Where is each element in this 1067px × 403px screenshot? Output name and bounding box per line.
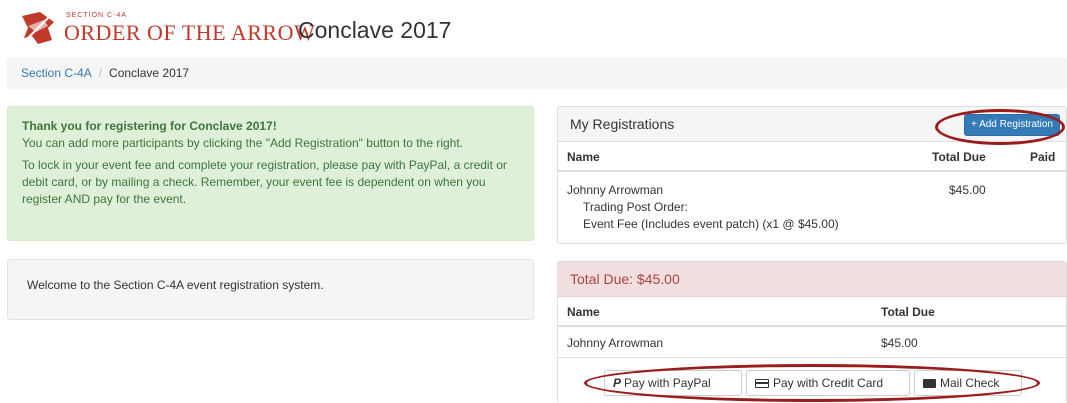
welcome-well: Welcome to the Section C-4A event regist… <box>7 259 534 320</box>
welcome-text: Welcome to the Section C-4A event regist… <box>27 278 324 292</box>
section-label: SECTION C-4A <box>66 12 128 19</box>
col-name: Name <box>567 150 600 164</box>
total-row-amount: $45.00 <box>881 336 918 350</box>
registrant-name: Johnny Arrowman <box>567 183 664 197</box>
total-table-header: Name Total Due <box>558 297 1066 327</box>
alert-text-pay: To lock in your event fee and complete y… <box>22 158 507 206</box>
success-alert: Thank you for registering for Conclave 2… <box>7 106 534 241</box>
registrant-total-due: $45.00 <box>949 183 986 197</box>
breadcrumb-separator: / <box>98 66 103 80</box>
breadcrumb: Section C-4A / Conclave 2017 <box>7 57 1067 89</box>
col-total-due: Total Due <box>881 305 935 319</box>
col-total-due: Total Due <box>932 150 986 164</box>
annotation-oval-payment <box>584 364 1040 402</box>
alert-text-add: You can add more participants by clickin… <box>22 136 463 150</box>
total-due-heading: Total Due: $45.00 <box>558 262 1066 297</box>
annotation-oval-add <box>935 109 1065 145</box>
breadcrumb-current: Conclave 2017 <box>109 66 190 80</box>
oa-logo <box>18 8 58 48</box>
col-name: Name <box>567 305 600 319</box>
alert-heading: Thank you for registering for Conclave 2… <box>22 119 277 133</box>
trading-post-order-label: Trading Post Order: <box>583 200 688 214</box>
breadcrumb-link-section[interactable]: Section C-4A <box>21 66 92 80</box>
total-row-name: Johnny Arrowman <box>567 336 664 350</box>
registrations-table-header: Name Total Due Paid <box>558 142 1066 172</box>
registrations-title: My Registrations <box>570 116 675 132</box>
total-due-title: Total Due: $45.00 <box>570 271 680 287</box>
org-title: ORDER OF THE ARROW <box>64 20 316 45</box>
page-title: Conclave 2017 <box>298 17 452 43</box>
table-row: Johnny Arrowman $45.00 <box>558 327 1066 358</box>
table-row: Johnny Arrowman $45.00 Trading Post Orde… <box>558 172 1066 242</box>
col-paid: Paid <box>1030 150 1056 164</box>
event-fee-line: Event Fee (Includes event patch) (x1 @ $… <box>583 217 839 231</box>
